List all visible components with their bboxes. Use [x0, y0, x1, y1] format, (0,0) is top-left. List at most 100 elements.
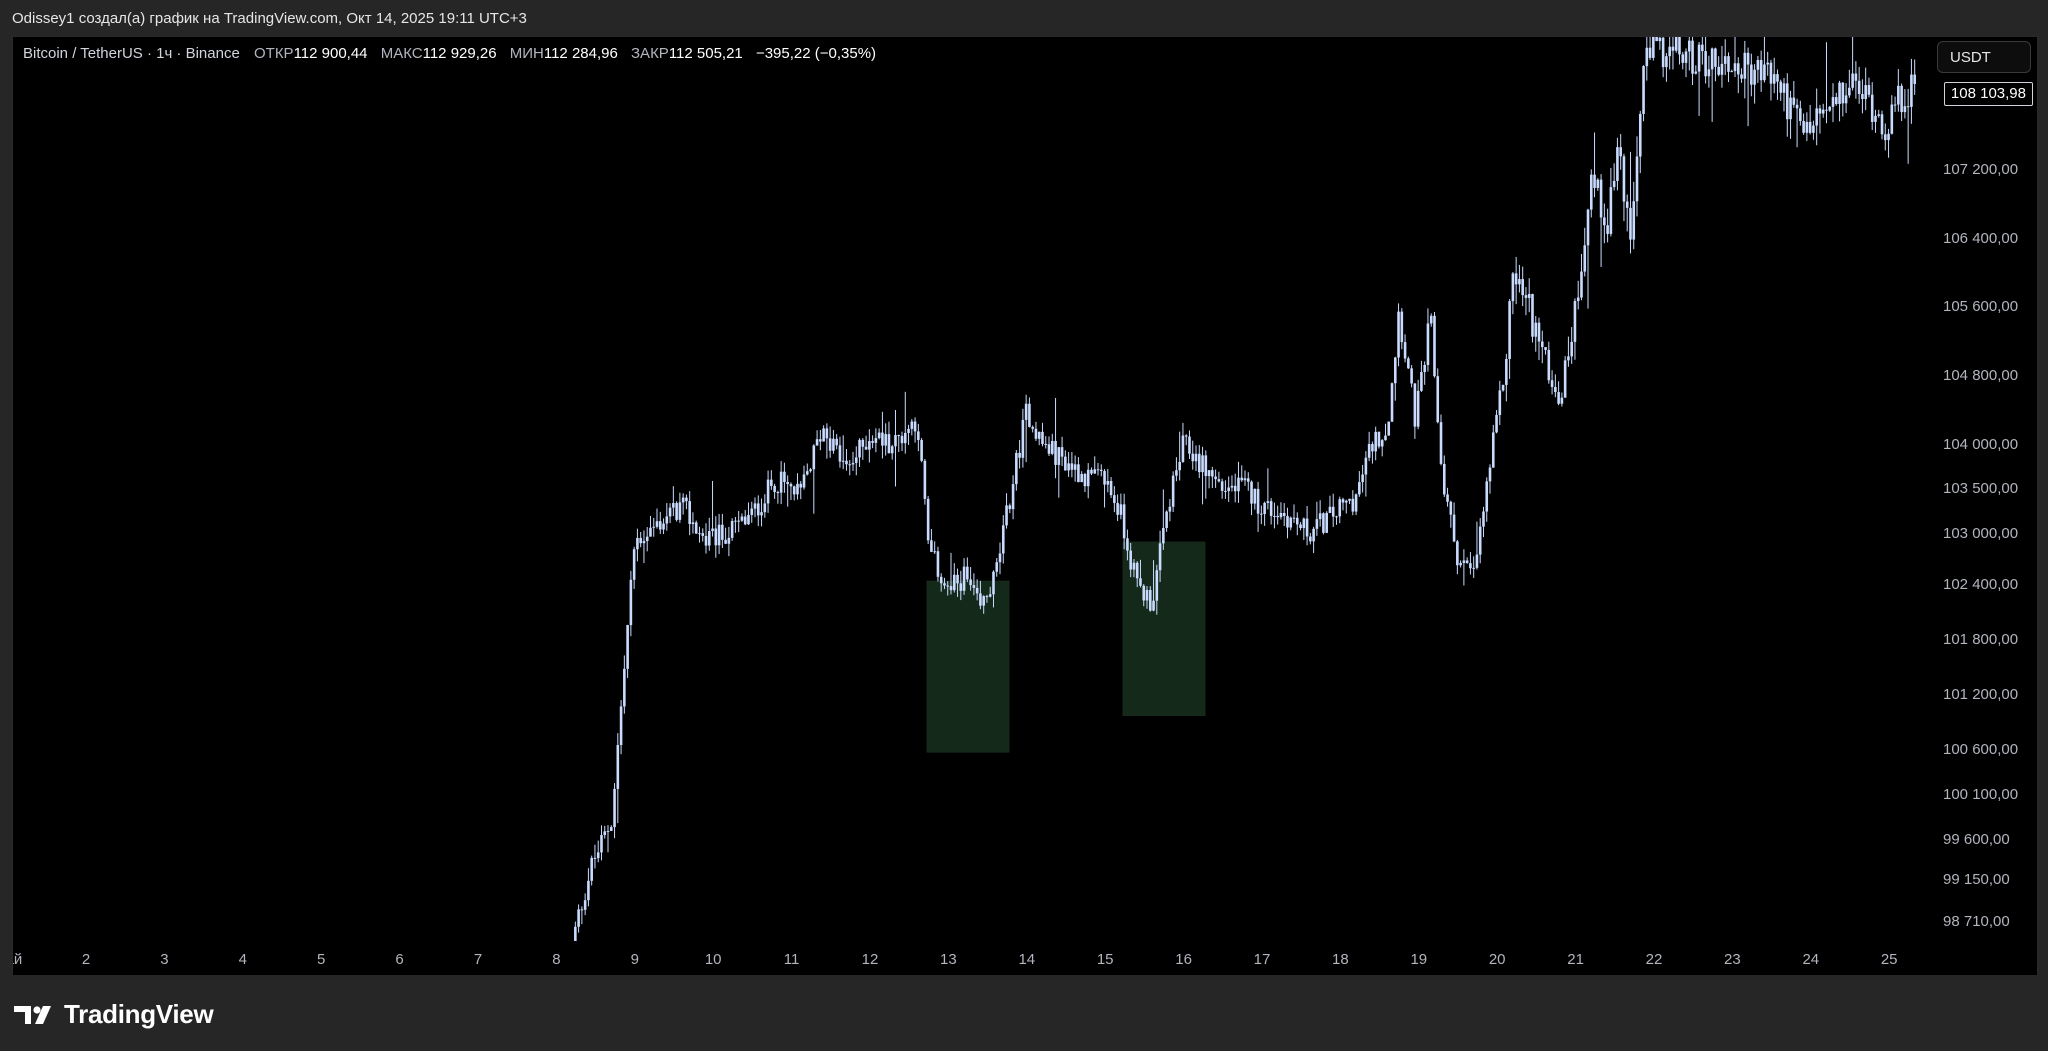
candle-body-332 — [1655, 37, 1658, 42]
candle-body-270 — [1452, 514, 1456, 542]
candle-body-375 — [1795, 104, 1799, 109]
candle-body-196 — [1211, 470, 1214, 477]
candle-body-271 — [1456, 541, 1459, 566]
candle-body-228 — [1315, 519, 1319, 529]
candle-body-130 — [995, 562, 999, 572]
candle-body-217 — [1279, 512, 1283, 518]
candle-body-311 — [1586, 209, 1590, 246]
candle-body-297 — [1540, 341, 1544, 348]
tradingview-logo[interactable]: TradingView — [14, 999, 214, 1030]
candle-body-50 — [734, 520, 737, 522]
candle-body-245 — [1371, 443, 1374, 452]
time-tick-label: 14 — [1018, 951, 1035, 968]
candle-body-36 — [688, 501, 691, 525]
candle-body-143 — [1037, 431, 1041, 439]
candle-body-213 — [1266, 501, 1270, 503]
candle-body-35 — [685, 497, 688, 502]
candle-body-225 — [1305, 518, 1309, 537]
currency-button[interactable]: USDT — [1937, 41, 2031, 73]
candle-body-335 — [1665, 56, 1668, 68]
candle-body-184 — [1171, 475, 1175, 507]
candle-body-80 — [832, 438, 835, 451]
candle-body-168 — [1119, 504, 1123, 515]
candle-body-203 — [1233, 485, 1237, 492]
candle-body-110 — [930, 540, 933, 552]
candle-body-290 — [1518, 279, 1521, 285]
candle-body-206 — [1243, 478, 1247, 481]
tradingview-logo-icon — [14, 1005, 51, 1024]
candle-body-341 — [1684, 51, 1688, 63]
candle-body-49 — [730, 521, 734, 538]
candle-body-369 — [1776, 74, 1779, 82]
candle-body-288 — [1511, 273, 1515, 302]
time-tick-label: 2 — [82, 951, 90, 968]
symbol-title[interactable]: Bitcoin / TetherUS · 1ч · Binance — [23, 45, 240, 62]
candle-body-39 — [698, 533, 701, 535]
candle-body-239 — [1351, 498, 1355, 512]
candle-body-159 — [1090, 469, 1093, 474]
candle-body-314 — [1596, 179, 1600, 188]
candles-group — [571, 37, 1916, 962]
candle-body-193 — [1201, 455, 1204, 473]
candle-body-338 — [1674, 37, 1678, 51]
candle-body-198 — [1217, 479, 1221, 482]
candle-body-299 — [1547, 349, 1551, 381]
candle-body-84 — [845, 460, 848, 465]
candle-body-0 — [571, 954, 574, 962]
candle-body-170 — [1126, 538, 1129, 551]
candle-body-230 — [1322, 513, 1325, 533]
candle-body-106 — [917, 431, 920, 440]
candle-body-337 — [1671, 46, 1675, 51]
candle-body-138 — [1021, 419, 1025, 458]
candle-body-333 — [1658, 37, 1662, 42]
candle-body-8 — [596, 852, 600, 859]
candle-body-287 — [1508, 301, 1511, 359]
candle-body-38 — [694, 522, 698, 534]
candle-body-264 — [1433, 315, 1436, 377]
candle-body-113 — [939, 576, 943, 584]
candle-body-279 — [1482, 511, 1485, 527]
candle-body-135 — [1011, 484, 1015, 510]
candle-body-29 — [665, 516, 669, 524]
time-tick-label: 17 — [1254, 951, 1271, 968]
candle-body-374 — [1792, 97, 1796, 105]
candle-body-142 — [1034, 428, 1038, 439]
candle-body-1 — [574, 926, 577, 941]
candle-body-53 — [743, 516, 747, 525]
candle-body-373 — [1789, 97, 1792, 120]
candle-body-347 — [1704, 51, 1707, 77]
candle-body-131 — [998, 553, 1002, 563]
candle-body-306 — [1570, 341, 1573, 357]
candle-body-399 — [1874, 115, 1877, 122]
candlestick-chart[interactable]: 98 710,00 99 150,00 99 600,00 100 100,00 100… — [13, 37, 2037, 975]
candle-body-125 — [979, 593, 982, 606]
candle-body-34 — [681, 497, 685, 503]
candle-body-321 — [1619, 147, 1622, 157]
candle-body-4 — [583, 900, 587, 910]
candle-body-30 — [668, 507, 672, 517]
chart-pane[interactable]: 98 710,00 99 150,00 99 600,00 100 100,00 100… — [12, 36, 2038, 976]
candle-body-362 — [1753, 69, 1756, 85]
candle-body-19 — [632, 549, 636, 580]
candle-body-103 — [907, 428, 910, 433]
candle-body-109 — [926, 498, 930, 541]
candle-body-211 — [1260, 513, 1263, 515]
candle-body-154 — [1073, 464, 1077, 470]
highlight-zone-1 — [926, 580, 1010, 753]
candle-body-153 — [1070, 463, 1074, 470]
candle-body-57 — [756, 503, 760, 516]
candle-body-296 — [1537, 322, 1541, 342]
time-tick-label: 11 — [784, 951, 800, 968]
candle-body-405 — [1893, 104, 1897, 106]
candle-body-398 — [1870, 94, 1874, 122]
candle-body-6 — [590, 857, 593, 881]
candle-body-126 — [982, 596, 985, 606]
candle-body-273 — [1462, 560, 1466, 563]
candle-body-238 — [1348, 498, 1351, 501]
candle-body-116 — [949, 586, 953, 591]
candle-body-11 — [606, 830, 610, 832]
candle-body-393 — [1854, 73, 1858, 81]
time-tick-label: 3 — [160, 951, 168, 968]
candle-body-117 — [952, 574, 956, 591]
candle-body-188 — [1184, 435, 1188, 437]
